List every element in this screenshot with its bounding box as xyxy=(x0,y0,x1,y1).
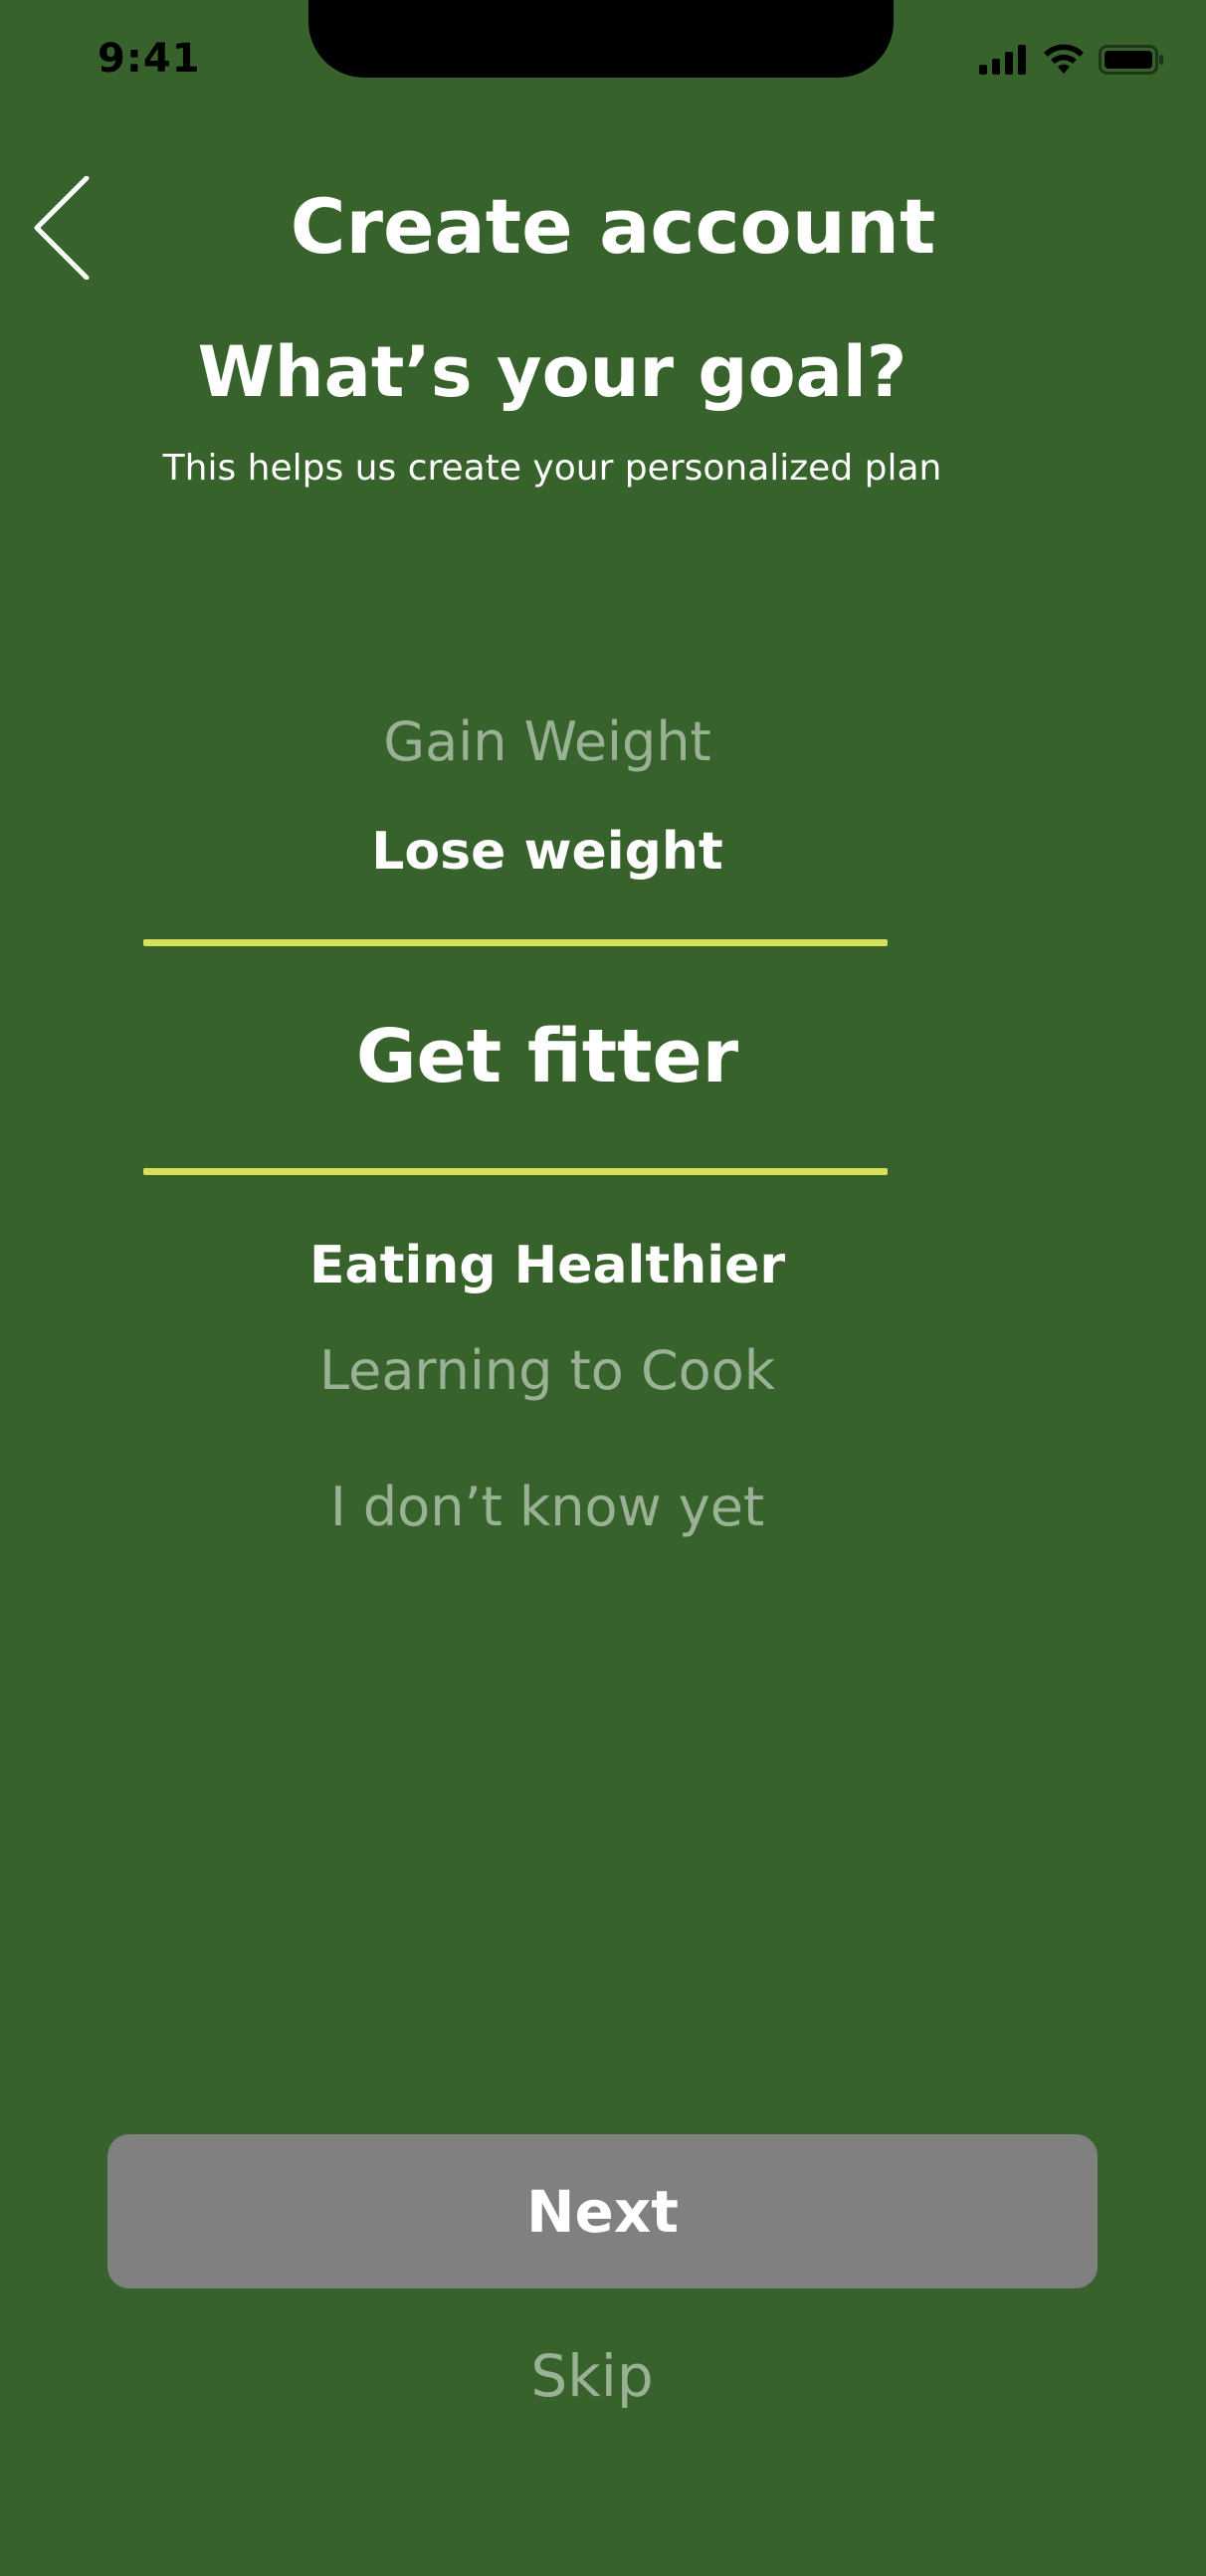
battery-icon xyxy=(1099,44,1164,76)
page-title: Create account xyxy=(290,182,936,271)
status-time: 9:41 xyxy=(98,36,201,82)
next-button[interactable]: Next xyxy=(107,2134,1098,2288)
skip-link[interactable]: Skip xyxy=(0,2336,1184,2416)
goal-option[interactable]: I don’t know yet xyxy=(0,1468,1095,1547)
goal-option[interactable]: Eating Healthier xyxy=(0,1226,1095,1305)
selection-line-top xyxy=(143,939,888,946)
device-notch xyxy=(308,0,894,78)
wifi-icon xyxy=(1043,44,1085,76)
goal-option[interactable]: Lose weight xyxy=(0,812,1095,892)
cellular-signal-icon xyxy=(979,45,1029,75)
status-icons xyxy=(979,44,1164,76)
question-title: What’s your goal? xyxy=(197,331,907,413)
selection-line-bottom xyxy=(143,1168,888,1175)
goal-option[interactable]: Learning to Cook xyxy=(0,1331,1095,1411)
goal-screen: 9:41 Create account What’s your goal? Th… xyxy=(0,0,1206,2576)
question-subtitle: This helps us create your personalized p… xyxy=(162,448,942,489)
goal-option-selected[interactable]: Get fitter xyxy=(0,1002,1095,1111)
goal-option[interactable]: Gain Weight xyxy=(0,702,1095,782)
